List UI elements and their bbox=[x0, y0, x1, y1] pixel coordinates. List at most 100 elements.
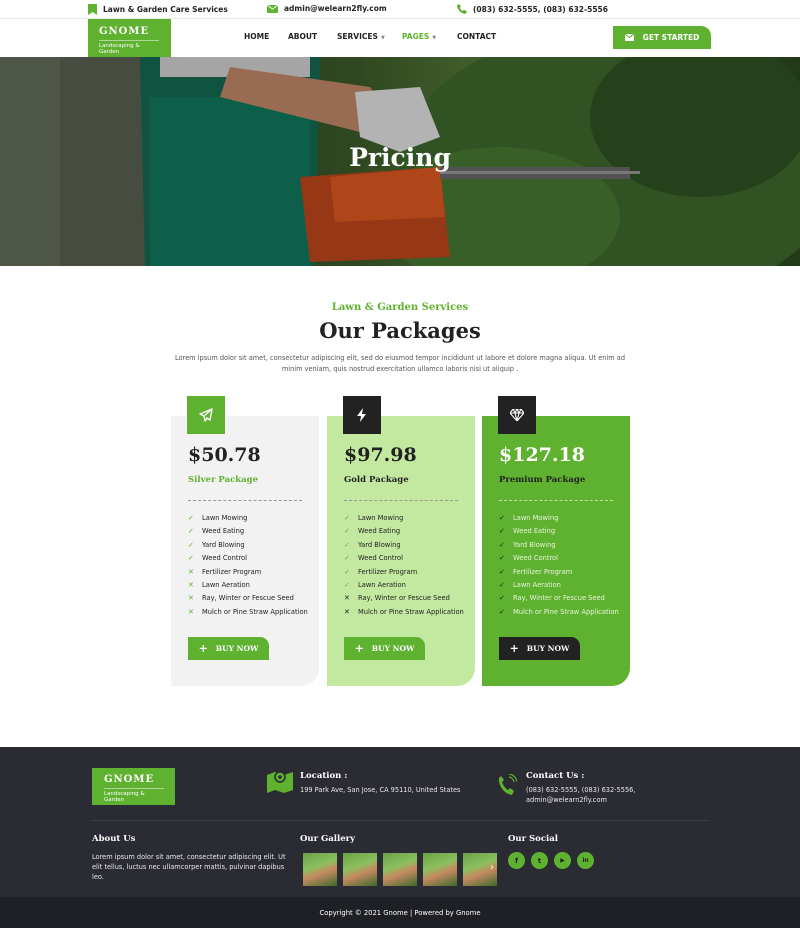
facebook-icon[interactable]: f bbox=[508, 852, 525, 869]
chevron-down-icon: ▼ bbox=[380, 35, 385, 41]
main-header: GNOME Landscaping & Garden HOME ABOUT SE… bbox=[0, 19, 800, 57]
package-card-gold: $97.98 Gold Package ✓ Lawn Mowing ✓ Weed E… bbox=[327, 396, 475, 686]
package-name: Premium Package bbox=[499, 475, 586, 485]
twitter-icon[interactable]: t bbox=[531, 852, 548, 869]
package-price: $97.98 bbox=[344, 444, 417, 466]
location-title: Location : bbox=[300, 771, 348, 781]
check-icon: ✓ bbox=[499, 540, 505, 549]
divider bbox=[188, 500, 302, 501]
section-description: Lorem ipsum dolor sit amet, consectetur … bbox=[174, 354, 626, 373]
feature-label: Fertilizer Program bbox=[202, 567, 262, 576]
feature-item: ✓ Yard Blowing bbox=[499, 541, 619, 550]
feature-item: ✓ Weed Control bbox=[499, 554, 619, 563]
footer: GNOME Landscaping & Garden Location : 19… bbox=[0, 747, 800, 897]
feature-label: Lawn Aeration bbox=[513, 580, 561, 589]
cross-icon: ✕ bbox=[344, 594, 350, 603]
buy-now-button[interactable]: + BUY NOW bbox=[188, 637, 269, 660]
nav-home[interactable]: HOME bbox=[244, 32, 269, 41]
email-info[interactable]: admin@welearn2fly.com bbox=[267, 4, 387, 13]
footer-divider bbox=[92, 820, 709, 821]
check-icon: ✓ bbox=[499, 594, 505, 603]
copyright-bar: Copyright © 2021 Gnome | Powered by Gnom… bbox=[0, 897, 800, 928]
buy-now-label: BUY NOW bbox=[371, 644, 415, 653]
email-link[interactable]: admin@welearn2fly.com bbox=[284, 4, 387, 13]
gallery-image[interactable] bbox=[383, 853, 417, 886]
gallery-grid: › bbox=[303, 853, 497, 886]
gallery-image[interactable]: › bbox=[463, 853, 497, 886]
feature-label: Fertilizer Program bbox=[513, 567, 573, 576]
youtube-icon[interactable]: ▶ bbox=[554, 852, 571, 869]
get-started-button[interactable]: GET STARTED bbox=[613, 26, 711, 49]
social-links: f t ▶ in bbox=[508, 852, 594, 869]
gallery-image[interactable] bbox=[423, 853, 457, 886]
feature-item: ✓ Lawn Mowing bbox=[499, 514, 619, 523]
feature-label: Weed Eating bbox=[202, 527, 245, 536]
nav-services[interactable]: SERVICES ▼ bbox=[337, 32, 385, 41]
check-icon: ✓ bbox=[344, 514, 350, 522]
feature-item: ✕ Ray, Winter or Fescue Seed bbox=[188, 594, 308, 603]
feature-item: ✓ Weed Eating bbox=[499, 527, 619, 536]
linkedin-icon[interactable]: in bbox=[577, 852, 594, 869]
feature-item: ✓ Weed Eating bbox=[188, 527, 308, 536]
envelope-icon bbox=[267, 4, 278, 13]
logo[interactable]: GNOME Landscaping & Garden bbox=[88, 19, 171, 57]
map-icon bbox=[267, 771, 293, 793]
feature-label: Ray, Winter or Fescue Seed bbox=[513, 594, 605, 603]
chevron-right-icon[interactable]: › bbox=[490, 862, 494, 873]
gallery-image[interactable] bbox=[303, 853, 337, 886]
buy-now-button[interactable]: + BUY NOW bbox=[499, 637, 580, 660]
feature-label: Fertilizer Program bbox=[358, 567, 418, 576]
check-icon: ✓ bbox=[344, 567, 350, 576]
buy-now-button[interactable]: + BUY NOW bbox=[344, 637, 425, 660]
package-name: Silver Package bbox=[188, 475, 258, 485]
feature-item: ✕ Fertilizer Program bbox=[188, 568, 308, 577]
phone-icon bbox=[457, 4, 467, 14]
section-title: Our Packages bbox=[319, 318, 481, 343]
check-icon: ✓ bbox=[188, 540, 194, 549]
feature-list: ✓ Lawn Mowing ✓ Weed Eating ✓ Yard Blowing … bbox=[188, 514, 308, 621]
social-title: Our Social bbox=[508, 834, 558, 844]
feature-label: Yard Blowing bbox=[513, 540, 556, 549]
cross-icon: ✕ bbox=[188, 607, 194, 616]
gallery-image[interactable] bbox=[343, 853, 377, 886]
feature-item: ✕ Ray, Winter or Fescue Seed bbox=[344, 594, 464, 603]
nav-about[interactable]: ABOUT bbox=[288, 32, 317, 41]
feature-item: ✕ Mulch or Pine Straw Application bbox=[188, 608, 308, 617]
feature-list: ✓ Lawn Mowing ✓ Weed Eating ✓ Yard Blowing … bbox=[499, 514, 619, 621]
package-badge bbox=[187, 396, 225, 434]
copyright-text: Copyright © 2021 Gnome | Powered by Gnom… bbox=[319, 908, 481, 917]
divider bbox=[344, 500, 458, 501]
feature-label: Lawn Mowing bbox=[513, 514, 559, 522]
paper-plane-icon bbox=[199, 408, 213, 422]
feature-item: ✕ Lawn Aeration bbox=[188, 581, 308, 590]
services-text: Lawn & Garden Care Services bbox=[103, 5, 228, 14]
bookmark-icon bbox=[88, 4, 97, 15]
feature-item: ✓ Lawn Mowing bbox=[344, 514, 464, 523]
feature-label: Weed Control bbox=[358, 554, 403, 563]
package-price: $127.18 bbox=[499, 444, 585, 466]
phone-link[interactable]: (083) 632-5555, (083) 632-5556 bbox=[473, 5, 608, 14]
nav-services-label: SERVICES bbox=[337, 32, 378, 41]
check-icon: ✓ bbox=[499, 514, 505, 522]
feature-item: ✓ Fertilizer Program bbox=[499, 568, 619, 577]
package-price: $50.78 bbox=[188, 444, 261, 466]
cross-icon: ✕ bbox=[344, 607, 350, 616]
feature-label: Weed Eating bbox=[513, 527, 556, 536]
check-icon: ✓ bbox=[499, 567, 505, 576]
check-icon: ✓ bbox=[344, 527, 350, 536]
footer-logo[interactable]: GNOME Landscaping & Garden bbox=[92, 768, 175, 805]
feature-label: Ray, Winter or Fescue Seed bbox=[358, 594, 450, 603]
plus-icon: + bbox=[198, 642, 208, 655]
logo-name: GNOME bbox=[99, 26, 150, 37]
nav-pages-label: PAGES bbox=[402, 32, 430, 41]
check-icon: ✓ bbox=[188, 514, 194, 522]
contact-email[interactable]: admin@welearn2fly.com bbox=[526, 795, 607, 805]
nav-pages[interactable]: PAGES ▼ bbox=[402, 32, 436, 41]
feature-item: ✓ Yard Blowing bbox=[344, 541, 464, 550]
contact-phones[interactable]: (083) 632-5555, (083) 632-5556, bbox=[526, 785, 635, 795]
plus-icon: + bbox=[509, 642, 519, 655]
nav-contact[interactable]: CONTACT bbox=[457, 32, 496, 41]
hero-banner: Pricing bbox=[0, 57, 800, 266]
phone-info[interactable]: (083) 632-5555, (083) 632-5556 bbox=[457, 4, 608, 14]
feature-item: ✓ Mulch or Pine Straw Application bbox=[499, 608, 619, 617]
